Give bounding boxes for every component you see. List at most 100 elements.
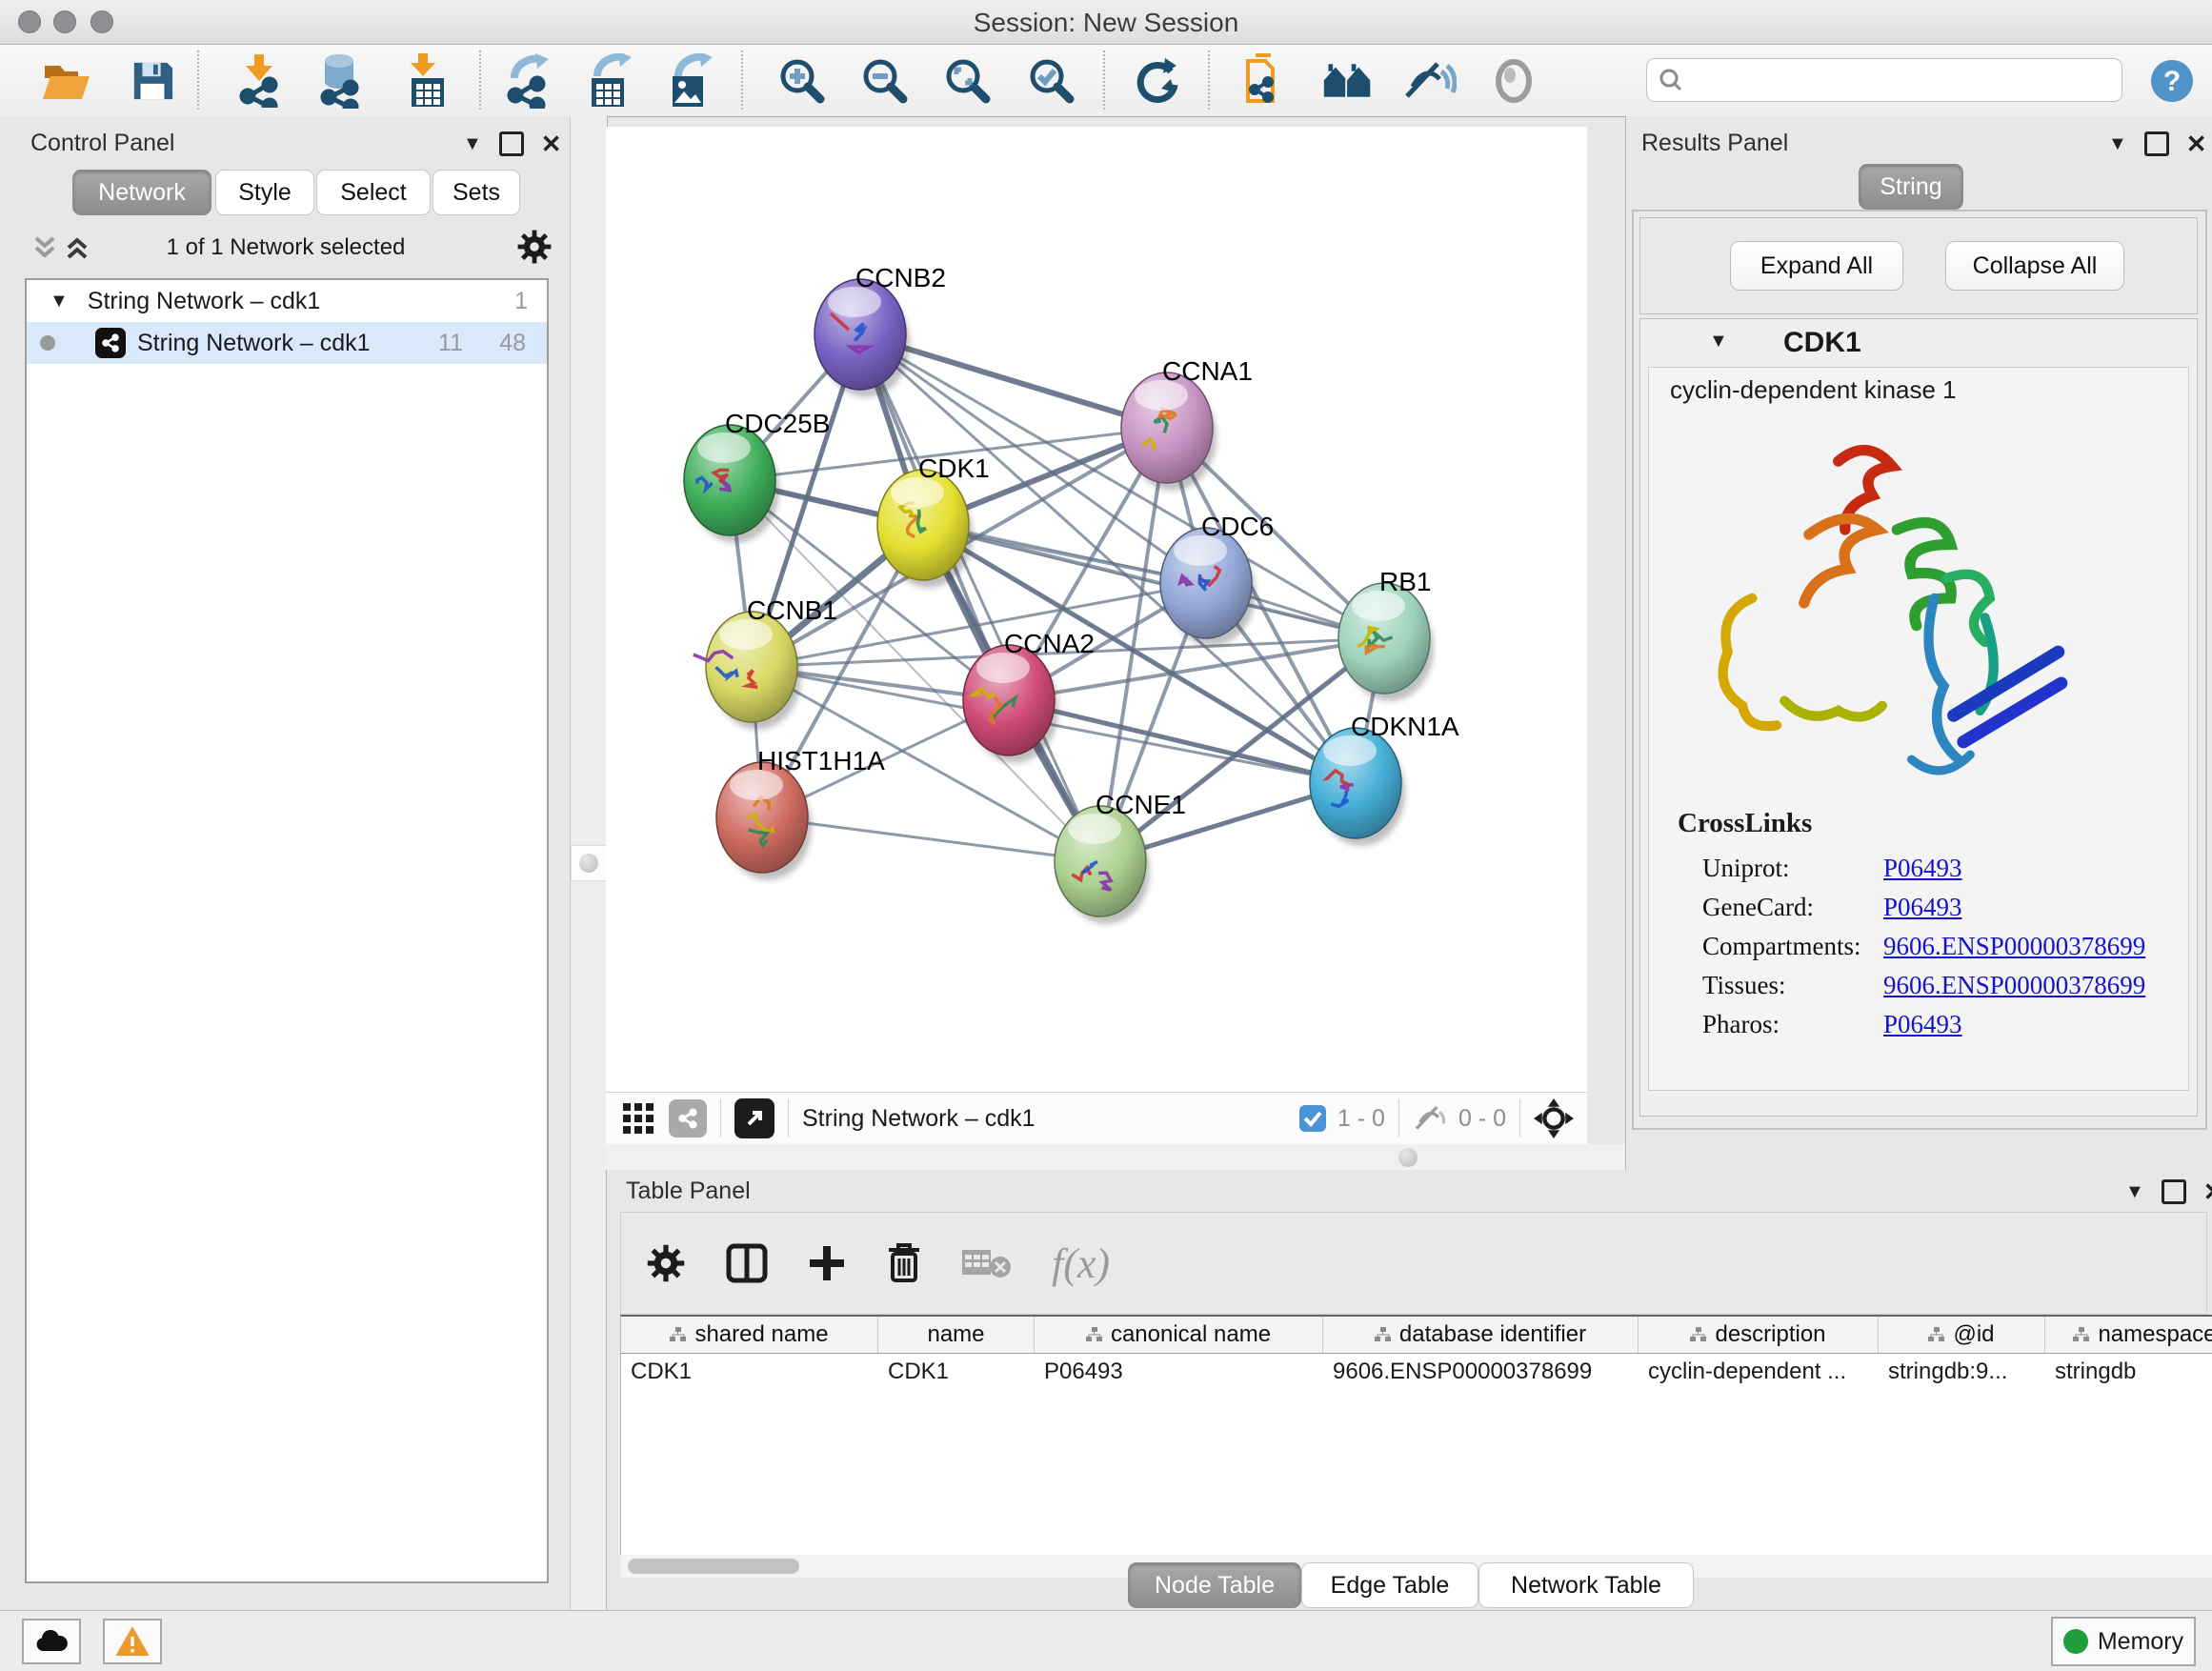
column-header-canonical-name[interactable]: canonical name: [1035, 1317, 1323, 1353]
float-panel-icon[interactable]: [2162, 1179, 2186, 1204]
hide-panels-icon[interactable]: [1403, 54, 1457, 108]
column-header-name[interactable]: name: [878, 1317, 1035, 1353]
zoom-in-icon[interactable]: [775, 54, 829, 108]
export-network-icon[interactable]: [502, 54, 555, 108]
close-panel-icon[interactable]: ✕: [541, 134, 562, 153]
cloud-status-button[interactable]: [22, 1619, 81, 1664]
refresh-icon[interactable]: [1131, 54, 1184, 108]
tab-edge-table[interactable]: Edge Table: [1301, 1562, 1478, 1608]
table-panel-title: Table Panel: [626, 1178, 751, 1205]
delete-column-icon[interactable]: [886, 1242, 922, 1284]
table-settings-gear-icon[interactable]: [646, 1243, 686, 1283]
panel-menu-icon[interactable]: ▼: [463, 133, 482, 155]
node-CDKN1A[interactable]: CDKN1A: [1310, 712, 1459, 846]
node-CDK1[interactable]: CDK1: [877, 453, 990, 588]
close-panel-icon[interactable]: ✕: [2186, 134, 2207, 153]
export-table-icon[interactable]: [583, 54, 636, 108]
edge-CCNB2-CCNE1[interactable]: [860, 334, 1100, 861]
float-panel-icon[interactable]: [2144, 131, 2169, 156]
import-network-database-icon[interactable]: [313, 54, 367, 108]
tab-node-table[interactable]: Node Table: [1128, 1562, 1301, 1608]
column-header-database-identifier[interactable]: database identifier: [1323, 1317, 1639, 1353]
import-network-file-icon[interactable]: [233, 54, 287, 108]
view-string-style-icon[interactable]: [669, 1099, 707, 1137]
hidden-counts: 0 - 0: [1458, 1105, 1506, 1133]
close-panel-icon[interactable]: ✕: [2203, 1182, 2212, 1201]
view-grid-icon[interactable]: [621, 1101, 655, 1136]
crosslink-link[interactable]: P06493: [1883, 1010, 1962, 1039]
node-HIST1H1A[interactable]: HIST1H1A: [716, 746, 885, 880]
gene-collapse-icon[interactable]: ▼: [1709, 331, 1728, 352]
column-header-namespace[interactable]: namespace: [2045, 1317, 2212, 1353]
node-RB1[interactable]: RB1: [1338, 567, 1434, 701]
zoom-fit-icon[interactable]: [941, 54, 995, 108]
zoom-out-icon[interactable]: [858, 54, 912, 108]
warnings-button[interactable]: [103, 1619, 162, 1664]
memory-button[interactable]: Memory: [2051, 1617, 2196, 1666]
node-label-RB1: RB1: [1379, 567, 1431, 596]
collapse-all-button[interactable]: Collapse All: [1945, 241, 2124, 291]
node-CCNB2[interactable]: CCNB2: [814, 263, 946, 397]
hierarchy-icon: [670, 1327, 687, 1342]
network-row[interactable]: String Network – cdk1 11 48: [27, 322, 547, 364]
table-hscrollbar-thumb[interactable]: [628, 1559, 799, 1574]
crosslink-link[interactable]: P06493: [1883, 854, 1962, 883]
panel-menu-icon[interactable]: ▼: [2108, 133, 2127, 155]
float-panel-icon[interactable]: [499, 131, 524, 156]
node-table[interactable]: shared namenamecanonical namedatabase id…: [620, 1315, 2212, 1555]
help-icon[interactable]: ?: [2145, 54, 2199, 108]
edge-HIST1H1A-CCNE1[interactable]: [762, 817, 1100, 861]
node-CDC6[interactable]: CDC6: [1160, 512, 1274, 646]
crosslink-link[interactable]: P06493: [1883, 893, 1962, 922]
status-bar: Memory: [0, 1610, 2212, 1671]
memory-label: Memory: [2098, 1628, 2183, 1656]
zoom-selected-icon[interactable]: [1025, 54, 1078, 108]
left-splitter[interactable]: [570, 116, 608, 1610]
column-header-shared-name[interactable]: shared name: [621, 1317, 878, 1353]
tab-select[interactable]: Select: [316, 170, 431, 215]
crosslink-link[interactable]: 9606.ENSP00000378699: [1883, 932, 2145, 961]
node-label-CCNB1: CCNB1: [747, 595, 837, 625]
add-column-icon[interactable]: [808, 1244, 846, 1282]
tab-sets[interactable]: Sets: [432, 170, 520, 215]
hierarchy-icon: [1086, 1327, 1103, 1342]
import-table-icon[interactable]: [401, 54, 454, 108]
column-header-description[interactable]: description: [1639, 1317, 1879, 1353]
panel-menu-icon[interactable]: ▼: [2125, 1181, 2144, 1203]
search-field[interactable]: [1646, 58, 2122, 102]
crosslink-link[interactable]: 9606.ENSP00000378699: [1883, 971, 2145, 1000]
results-panel-title: Results Panel: [1641, 130, 1788, 157]
home-icon[interactable]: [1321, 54, 1375, 108]
network-options-gear-icon[interactable]: [516, 229, 553, 265]
string-results-box: Expand All Collapse All ▼ CDK1 cyclin-de…: [1632, 210, 2207, 1130]
table-row[interactable]: CDK1CDK1P064939606.ENSP00000378699cyclin…: [621, 1354, 2212, 1390]
column-header-label: @id: [1953, 1321, 1994, 1348]
expand-all-networks-icon[interactable]: [65, 234, 90, 261]
show-columns-icon[interactable]: [726, 1243, 768, 1283]
tab-network-table[interactable]: Network Table: [1478, 1562, 1694, 1608]
search-input[interactable]: [1683, 66, 2087, 94]
crosslink-row: Tissues:9606.ENSP00000378699: [1702, 971, 2179, 1000]
export-image-icon[interactable]: [664, 54, 717, 108]
open-session-icon[interactable]: [40, 54, 93, 108]
clone-network-icon[interactable]: [1235, 54, 1288, 108]
show-panels-icon: [1487, 54, 1540, 108]
open-in-window-icon[interactable]: [734, 1098, 774, 1138]
network-canvas[interactable]: CCNB2CCNA1CDC25BCDK1CDC6RB1CCNB1CCNA2CDK…: [606, 127, 1587, 1092]
column-header--id[interactable]: @id: [1879, 1317, 2045, 1353]
collection-expand-icon[interactable]: ▼: [50, 291, 69, 312]
expand-all-button[interactable]: Expand All: [1730, 241, 1903, 291]
save-session-icon[interactable]: [126, 54, 179, 108]
tab-string[interactable]: String: [1859, 164, 1963, 210]
collapse-all-networks-icon[interactable]: [32, 234, 57, 261]
tab-network[interactable]: Network: [72, 170, 211, 215]
node-CDC25B[interactable]: CDC25B: [684, 409, 830, 543]
tab-style[interactable]: Style: [215, 170, 314, 215]
table-panel: Table Panel ▼ ✕ f(x) shared: [606, 1170, 2212, 1610]
horizontal-splitter-handle[interactable]: [1398, 1148, 1418, 1167]
birdseye-view-icon[interactable]: [1534, 1098, 1574, 1138]
network-collection-row[interactable]: ▼ String Network – cdk1 1: [27, 280, 547, 322]
left-splitter-handle[interactable]: [571, 845, 607, 881]
node-CCNA1[interactable]: CCNA1: [1121, 356, 1253, 491]
network-row-label: String Network – cdk1: [137, 330, 371, 357]
